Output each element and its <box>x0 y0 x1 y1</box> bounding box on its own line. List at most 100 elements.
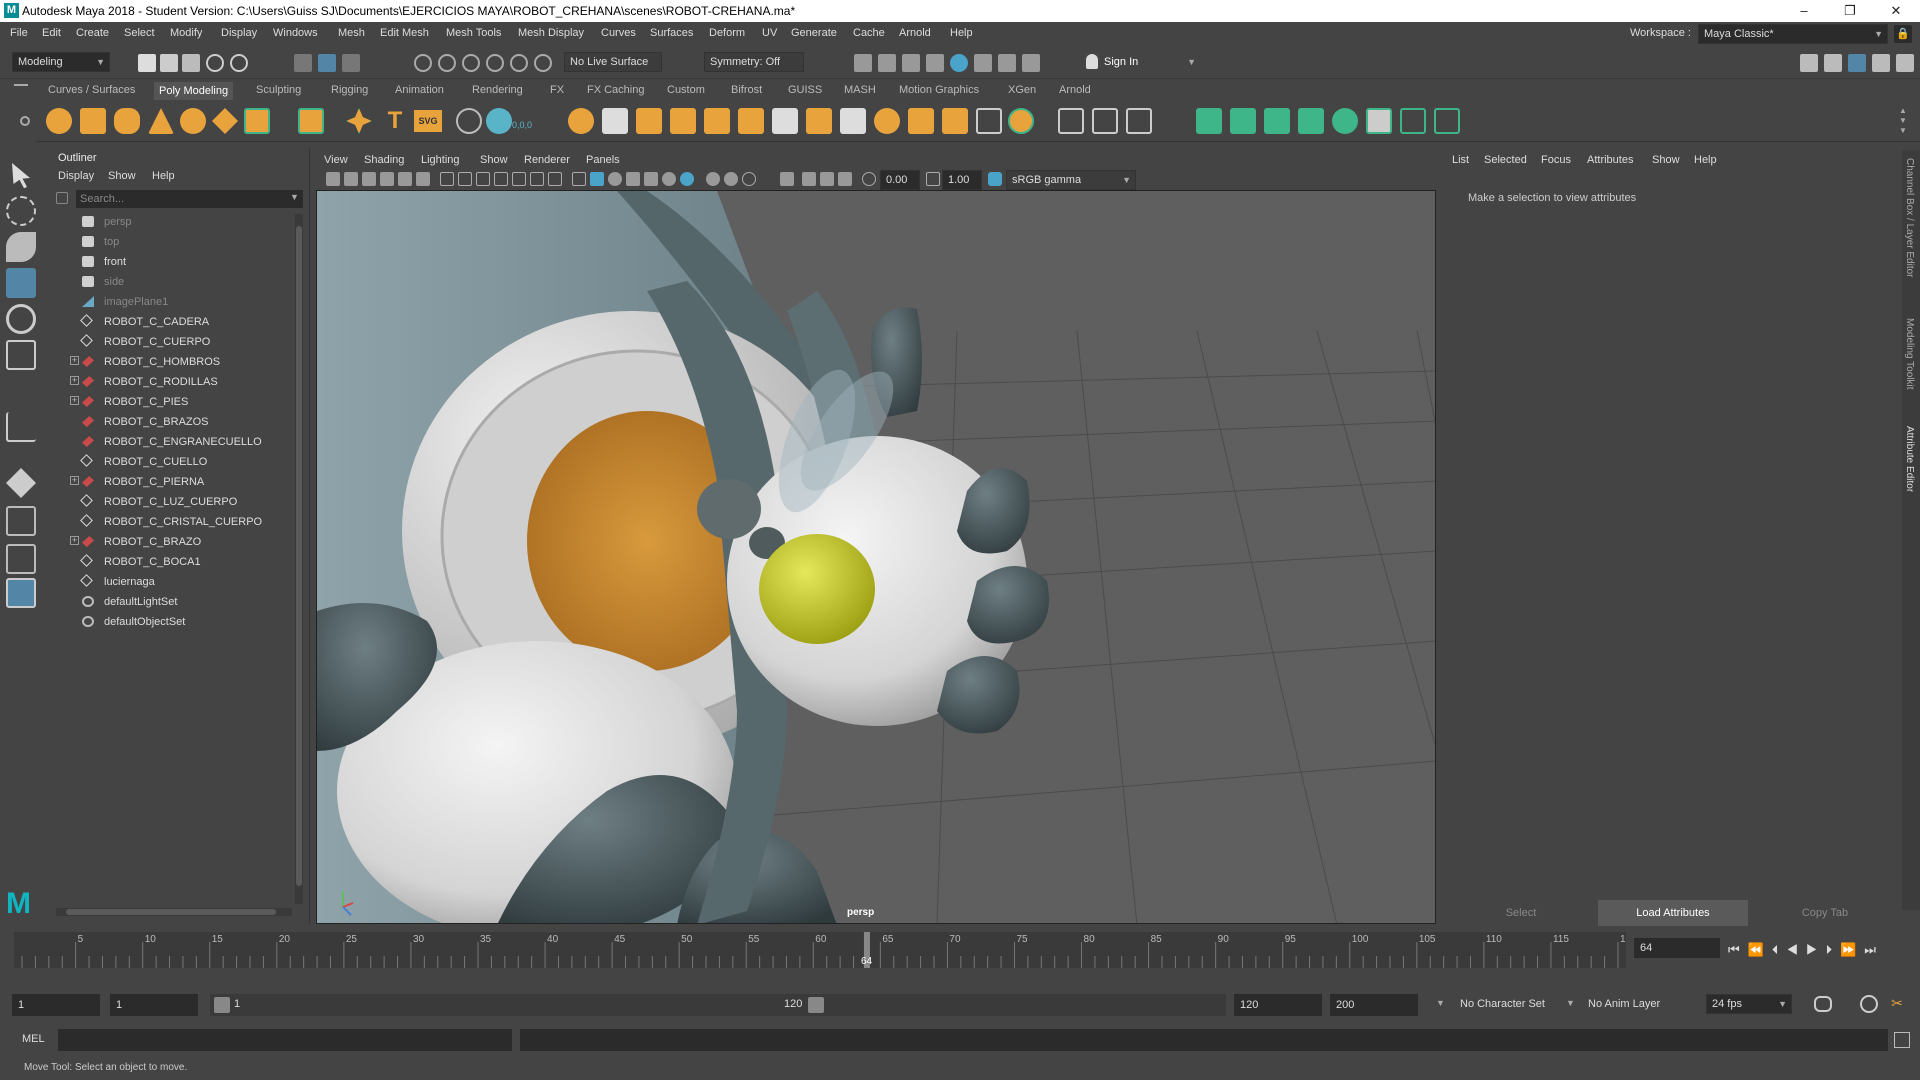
playback-start-field[interactable]: 1 <box>110 994 198 1016</box>
expand-icon[interactable]: + <box>70 356 79 365</box>
menu-uv[interactable]: UV <box>762 27 777 39</box>
target-weld-icon[interactable] <box>942 108 968 134</box>
menu-modify[interactable]: Modify <box>170 27 202 39</box>
playback-end-field[interactable]: 120 <box>1234 994 1322 1016</box>
play-forwards-icon[interactable]: ▶ <box>1806 942 1826 957</box>
shelf-tab-sculpting[interactable]: Sculpting <box>256 84 301 96</box>
shelf-tab-custom[interactable]: Custom <box>667 84 705 96</box>
outliner-item[interactable]: ROBOT_C_CUELLO <box>46 452 291 472</box>
sign-in-button[interactable]: Sign In ▼ <box>1082 52 1198 72</box>
outliner-item[interactable]: ROBOT_C_BOCA1 <box>46 552 291 572</box>
viewport-menu-lighting[interactable]: Lighting <box>421 154 460 166</box>
render-settings-icon[interactable] <box>926 54 944 72</box>
script-editor-icon[interactable] <box>1894 1032 1910 1048</box>
safe-title-icon[interactable] <box>548 172 562 186</box>
smooth-icon[interactable] <box>670 108 696 134</box>
outliner-item[interactable]: side <box>46 272 291 292</box>
outliner-item[interactable]: + ROBOT_C_PIERNA <box>46 472 291 492</box>
snap-point-icon[interactable] <box>462 54 480 72</box>
arnold-render-icon[interactable] <box>998 54 1016 72</box>
outliner-item[interactable]: ROBOT_C_ENGRANECUELLO <box>46 432 291 452</box>
preferences-icon[interactable]: ✂ <box>1888 995 1906 1013</box>
uv-grid-icon[interactable] <box>1366 108 1392 134</box>
viewport-menu-view[interactable]: View <box>324 154 348 166</box>
menu-edit-mesh[interactable]: Edit Mesh <box>380 27 429 39</box>
two-view-layout-icon[interactable] <box>6 544 36 574</box>
shadows-icon[interactable] <box>680 172 694 186</box>
menu-mesh-tools[interactable]: Mesh Tools <box>446 27 501 39</box>
menu-cache[interactable]: Cache <box>853 27 885 39</box>
super-shape-icon[interactable] <box>346 108 372 134</box>
go-to-end-icon[interactable]: ⏭ <box>1864 942 1884 957</box>
fps-dropdown[interactable]: 24 fps ▼ <box>1706 994 1792 1014</box>
shelf-tab-poly-modeling[interactable]: Poly Modeling <box>154 82 234 100</box>
outliner-scroll-thumb[interactable] <box>296 226 302 886</box>
gate-mask-icon[interactable] <box>494 172 508 186</box>
menu-help[interactable]: Help <box>950 27 973 39</box>
grease-pencil-icon[interactable] <box>416 172 430 186</box>
isolate-select-icon[interactable] <box>780 172 794 186</box>
save-scene-icon[interactable] <box>182 54 200 72</box>
outliner-item[interactable]: top <box>46 232 291 252</box>
render-sequence-icon[interactable] <box>878 54 896 72</box>
shelf-tab-animation[interactable]: Animation <box>395 84 444 96</box>
live-surface-field[interactable]: No Live Surface <box>564 52 662 72</box>
menu-surfaces[interactable]: Surfaces <box>650 27 693 39</box>
outliner-item[interactable]: ROBOT_C_BRAZOS <box>46 412 291 432</box>
minimize-button[interactable]: – <box>1781 0 1827 22</box>
menu-windows[interactable]: Windows <box>273 27 318 39</box>
chevron-down-icon[interactable]: ▼ <box>290 192 299 202</box>
restore-button[interactable]: ❐ <box>1827 0 1873 22</box>
chevron-down-icon[interactable]: ▼ <box>1566 998 1575 1008</box>
bevel-icon[interactable] <box>806 108 832 134</box>
open-scene-icon[interactable] <box>160 54 178 72</box>
poly-sphere-icon[interactable] <box>46 108 72 134</box>
viewport-menu-panels[interactable]: Panels <box>586 154 620 166</box>
step-back-icon[interactable]: ⏪ <box>1748 942 1772 957</box>
move-tool-icon[interactable] <box>6 268 36 298</box>
exposure-field[interactable]: 0.00 <box>880 170 920 190</box>
animation-end-field[interactable]: 200 <box>1330 994 1418 1016</box>
separate-icon[interactable] <box>602 108 628 134</box>
bridge-icon[interactable] <box>772 108 798 134</box>
wireframe-icon[interactable] <box>572 172 586 186</box>
poly-cone-icon[interactable] <box>148 108 174 134</box>
close-button[interactable]: ✕ <box>1873 0 1919 22</box>
use-all-lights-icon[interactable] <box>662 172 676 186</box>
time-slider[interactable]: 5 10 15 20 25 30 35 40 45 50 55 60 65 70 75 80 85 90 95 100… <box>0 930 1920 980</box>
extrude-icon[interactable] <box>738 108 764 134</box>
camera-select-icon[interactable] <box>326 172 340 186</box>
expand-icon[interactable]: + <box>70 536 79 545</box>
select-hierarchy-icon[interactable] <box>294 54 312 72</box>
outliner-item[interactable]: + ROBOT_C_RODILLAS <box>46 372 291 392</box>
attribute-editor-toggle-icon[interactable] <box>1848 54 1866 72</box>
menu-select[interactable]: Select <box>124 27 155 39</box>
multi-cut-icon[interactable] <box>908 108 934 134</box>
expand-icon[interactable]: + <box>70 376 79 385</box>
script-language-label[interactable]: MEL <box>22 1033 45 1045</box>
symmetry-field[interactable]: Symmetry: Off <box>704 52 804 72</box>
snap-curve-icon[interactable] <box>438 54 456 72</box>
insert-edge-loop-icon[interactable] <box>1008 108 1034 134</box>
shelf-tab-xgen[interactable]: XGen <box>1008 84 1036 96</box>
outliner-item[interactable]: ROBOT_C_CUERPO <box>46 332 291 352</box>
poly-disc-icon[interactable] <box>244 108 270 134</box>
uv-editor-icon[interactable] <box>1196 108 1222 134</box>
anti-aliasing-icon[interactable] <box>742 172 756 186</box>
hypershade-icon[interactable] <box>950 54 968 72</box>
shelf-tab-fx[interactable]: FX <box>550 84 564 96</box>
resolution-gate-icon[interactable] <box>476 172 490 186</box>
outliner-vertical-scrollbar[interactable] <box>295 214 303 904</box>
menu-edit[interactable]: Edit <box>42 27 61 39</box>
menu-mesh-display[interactable]: Mesh Display <box>518 27 584 39</box>
step-back-key-icon[interactable]: ⏴ <box>1772 942 1787 957</box>
shelf-tab-rendering[interactable]: Rendering <box>472 84 523 96</box>
outliner-item[interactable]: imagePlane1 <box>46 292 291 312</box>
poly-torus-icon[interactable] <box>180 108 206 134</box>
boolean-icon[interactable] <box>704 108 730 134</box>
wireframe-on-shaded-icon[interactable] <box>626 172 640 186</box>
attr-menu-attributes[interactable]: Attributes <box>1587 154 1633 166</box>
render-frame-icon[interactable] <box>854 54 872 72</box>
attr-menu-help[interactable]: Help <box>1694 154 1717 166</box>
connect-icon[interactable] <box>976 108 1002 134</box>
